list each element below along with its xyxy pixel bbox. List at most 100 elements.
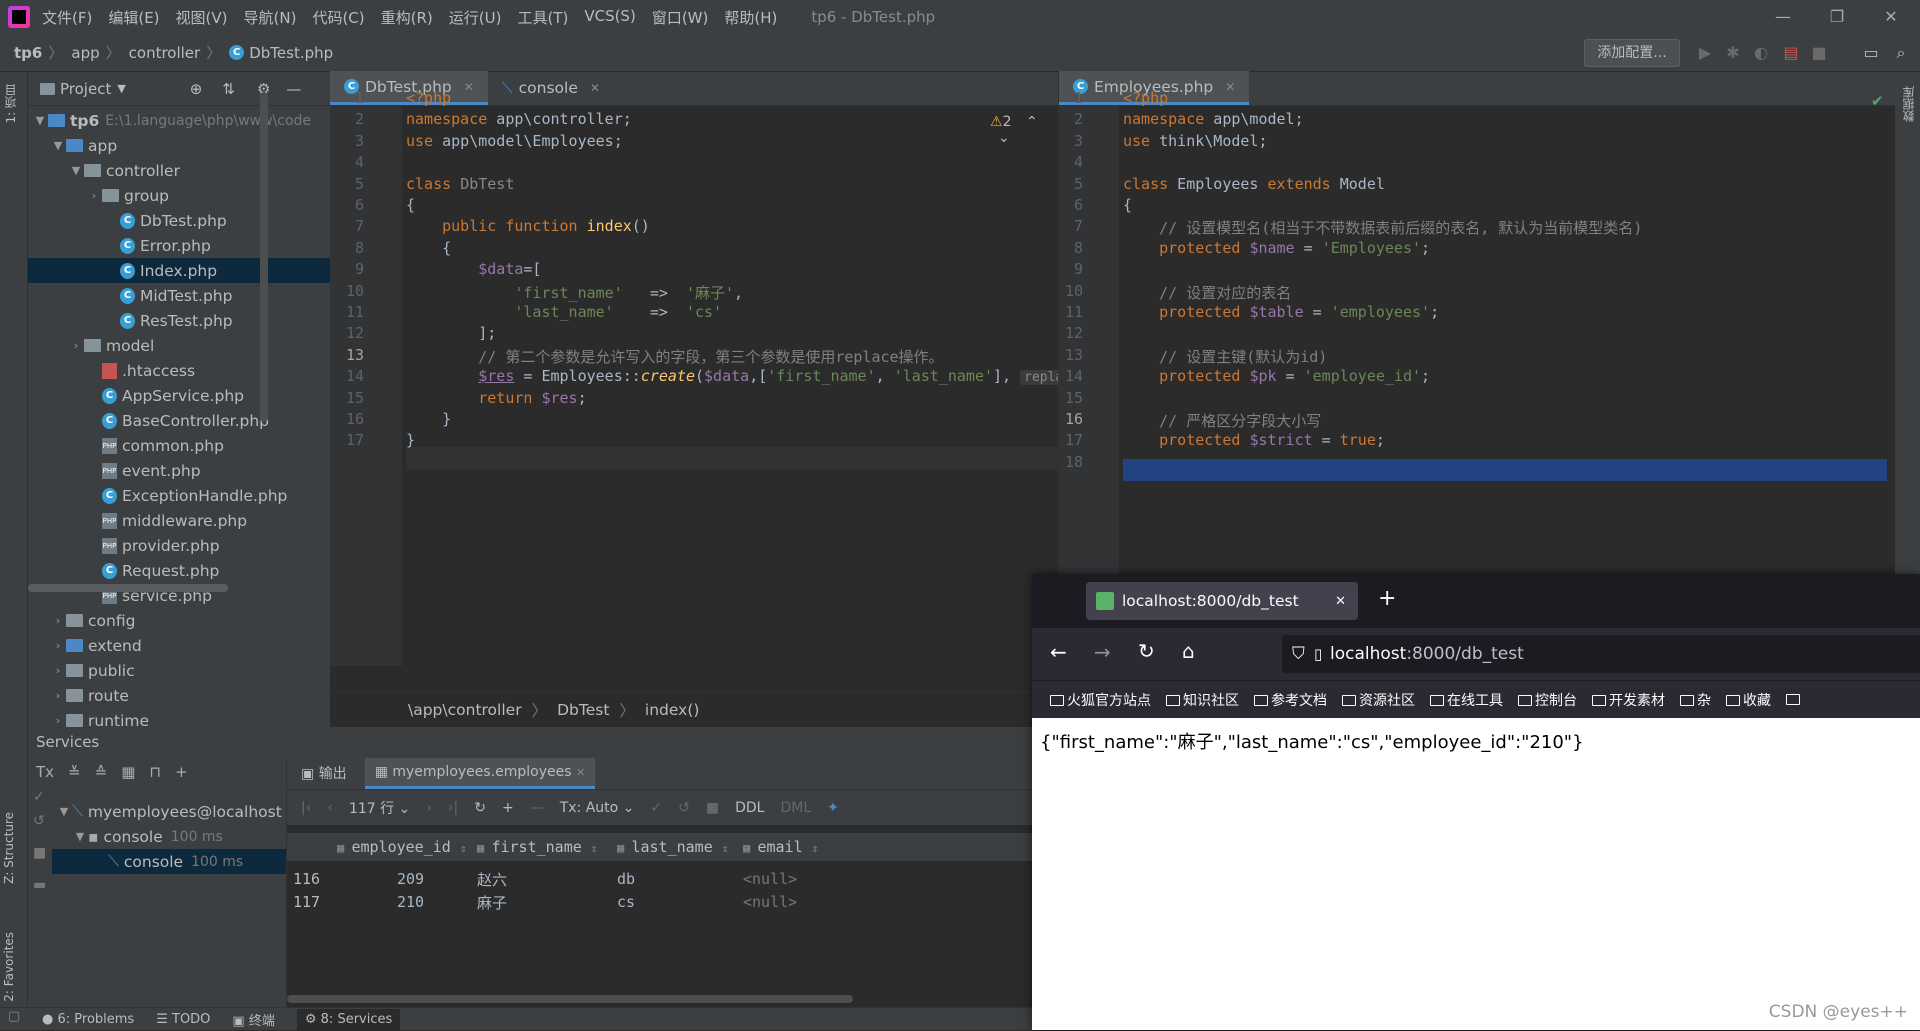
- breadcrumb-file[interactable]: DbTest.php: [249, 44, 333, 62]
- url-bar[interactable]: ⛉ ▯ localhost:8000/db_test: [1282, 635, 1920, 673]
- chevron-down-icon[interactable]: ⌄: [998, 130, 1010, 146]
- tree-node-console-session[interactable]: ⟍ console 100 ms: [52, 849, 286, 874]
- code-line[interactable]: namespace app\model;: [1123, 110, 1304, 128]
- code-line[interactable]: $data=[: [406, 260, 541, 278]
- bookmark-folder[interactable]: 开发素材: [1592, 690, 1665, 710]
- close-tab-icon[interactable]: ✕: [464, 80, 474, 94]
- bookmark-folder[interactable]: 控制台: [1518, 690, 1577, 710]
- menu-item[interactable]: 工具(T): [517, 7, 568, 28]
- tree-item[interactable]: C MidTest.php: [28, 283, 330, 308]
- column-header[interactable]: ▦ last_name ⇕: [617, 838, 728, 856]
- sort-icon[interactable]: ⇕: [591, 842, 598, 855]
- browser-tab[interactable]: localhost:8000/db_test ✕: [1086, 582, 1358, 620]
- delete-row-icon[interactable]: —: [530, 800, 544, 816]
- rollback-icon[interactable]: ↺: [678, 800, 690, 816]
- breadcrumb-project[interactable]: tp6: [14, 44, 42, 62]
- menu-item[interactable]: 视图(V): [176, 7, 228, 28]
- menu-item[interactable]: 帮助(H): [724, 7, 777, 28]
- row-count-dropdown[interactable]: 117 行 ⌄: [349, 798, 410, 818]
- code-line[interactable]: protected $table = 'employees';: [1123, 303, 1439, 321]
- tree-item[interactable]: PHP provider.php: [28, 533, 330, 558]
- bookmark-folder[interactable]: 杂: [1680, 690, 1711, 710]
- bookmark-folder[interactable]: 参考文档: [1254, 690, 1327, 710]
- table-cell[interactable]: 麻子: [477, 892, 507, 913]
- tree-node-console[interactable]: ▼ ▪ console 100 ms: [52, 824, 286, 849]
- tree-node-connection[interactable]: ▼ ⟍ myemployees@localhost: [52, 799, 286, 824]
- first-page-icon[interactable]: |‹: [301, 800, 311, 816]
- code-line[interactable]: class DbTest: [406, 175, 514, 193]
- collapse-all-icon[interactable]: ⇅: [222, 80, 235, 98]
- chevron-up-icon[interactable]: ⌃: [1026, 114, 1038, 130]
- expand-all-icon[interactable]: ≚: [68, 763, 81, 787]
- layout-icon[interactable]: ▭: [1860, 42, 1882, 64]
- last-page-icon[interactable]: ›|: [448, 800, 458, 816]
- close-tab-icon[interactable]: ✕: [1335, 594, 1346, 609]
- stop-icon[interactable]: ■: [33, 845, 46, 861]
- bottom-tab[interactable]: ● 6: Problems: [42, 1012, 134, 1027]
- breadcrumb-controller[interactable]: controller: [129, 44, 201, 62]
- vertical-scrollbar[interactable]: [260, 92, 268, 422]
- code-line[interactable]: {: [406, 196, 415, 214]
- tree-item[interactable]: C AppService.php: [28, 383, 330, 408]
- menu-item[interactable]: VCS(S): [584, 7, 635, 28]
- tree-item[interactable]: C ResTest.php: [28, 308, 330, 333]
- prev-page-icon[interactable]: ‹: [327, 800, 333, 816]
- commit-icon[interactable]: ✓: [33, 789, 45, 805]
- code-line[interactable]: }: [406, 410, 451, 428]
- rollback-icon[interactable]: ↺: [33, 813, 45, 829]
- project-tool-tab[interactable]: 1: 项目: [2, 84, 19, 124]
- bottom-tab[interactable]: ⚙ 8: Services: [296, 1009, 401, 1030]
- column-header[interactable]: ▦ email ⇕: [743, 838, 818, 856]
- add-configuration-button[interactable]: 添加配置...: [1584, 39, 1680, 67]
- coverage-icon[interactable]: ◐: [1750, 42, 1772, 64]
- code-line[interactable]: class Employees extends Model: [1123, 175, 1385, 193]
- bookmark-folder[interactable]: 知识社区: [1166, 690, 1239, 710]
- debug-icon[interactable]: ✱: [1722, 42, 1744, 64]
- tree-item[interactable]: ▼ app: [28, 133, 330, 158]
- code-line[interactable]: // 第二个参数是允许写入的字段，第三个参数是使用replace操作。: [406, 346, 943, 367]
- table-cell[interactable]: 209: [397, 870, 424, 888]
- refresh-icon[interactable]: ↻: [474, 800, 486, 816]
- sort-icon[interactable]: ⇕: [812, 842, 819, 855]
- favorites-tool-tab[interactable]: 2: Favorites: [2, 932, 16, 1002]
- home-icon[interactable]: ⌂: [1182, 639, 1195, 663]
- code-line[interactable]: <?php: [406, 89, 451, 107]
- search-icon[interactable]: ⌕: [1890, 42, 1912, 64]
- close-tab-icon[interactable]: ✕: [576, 766, 585, 779]
- layout-icon[interactable]: ▬: [33, 877, 46, 893]
- breadcrumb-app[interactable]: app: [71, 44, 99, 62]
- table-cell[interactable]: <null>: [743, 870, 797, 888]
- table-cell[interactable]: 117: [293, 893, 320, 911]
- table-cell[interactable]: cs: [617, 893, 635, 911]
- code-line[interactable]: {: [406, 239, 451, 257]
- stop-icon[interactable]: ■: [1808, 42, 1830, 64]
- sort-icon[interactable]: ⇕: [460, 842, 467, 855]
- menu-item[interactable]: 重构(R): [381, 7, 433, 28]
- sort-icon[interactable]: ⇕: [722, 842, 729, 855]
- code-line[interactable]: public function index(): [406, 217, 650, 235]
- restore-icon[interactable]: ❐: [1810, 0, 1864, 34]
- column-header[interactable]: ▦ first_name ⇕: [477, 838, 597, 856]
- collapse-all-icon[interactable]: ≙: [95, 763, 108, 787]
- table-row[interactable]: 117 210 麻子 cs <null>: [287, 888, 1041, 916]
- code-line[interactable]: protected $strict = true;: [1123, 431, 1385, 449]
- toggle-tool-windows-icon[interactable]: ▢: [8, 1009, 20, 1024]
- code-line[interactable]: {: [1123, 196, 1132, 214]
- bookmark-folder[interactable]: 收藏: [1726, 690, 1771, 710]
- reload-icon[interactable]: ↻: [1138, 639, 1155, 663]
- menu-item[interactable]: 导航(N): [244, 7, 297, 28]
- tree-item[interactable]: PHP middleware.php: [28, 508, 330, 533]
- bookmark-folder[interactable]: 资源社区: [1342, 690, 1415, 710]
- new-tab-icon[interactable]: +: [1378, 586, 1396, 611]
- stop-icon[interactable]: ■: [706, 800, 719, 816]
- code-line[interactable]: }: [406, 431, 415, 449]
- chevron-down-icon[interactable]: ▼: [117, 82, 125, 95]
- tree-item[interactable]: › extend: [28, 633, 330, 658]
- tree-item[interactable]: › model: [28, 333, 330, 358]
- tree-item[interactable]: › route: [28, 683, 330, 708]
- bookmark-folder[interactable]: [1786, 692, 1803, 708]
- forward-icon[interactable]: →: [1094, 640, 1111, 664]
- table-cell[interactable]: 210: [397, 893, 424, 911]
- menu-item[interactable]: 运行(U): [449, 7, 502, 28]
- code-line[interactable]: ];: [406, 324, 496, 342]
